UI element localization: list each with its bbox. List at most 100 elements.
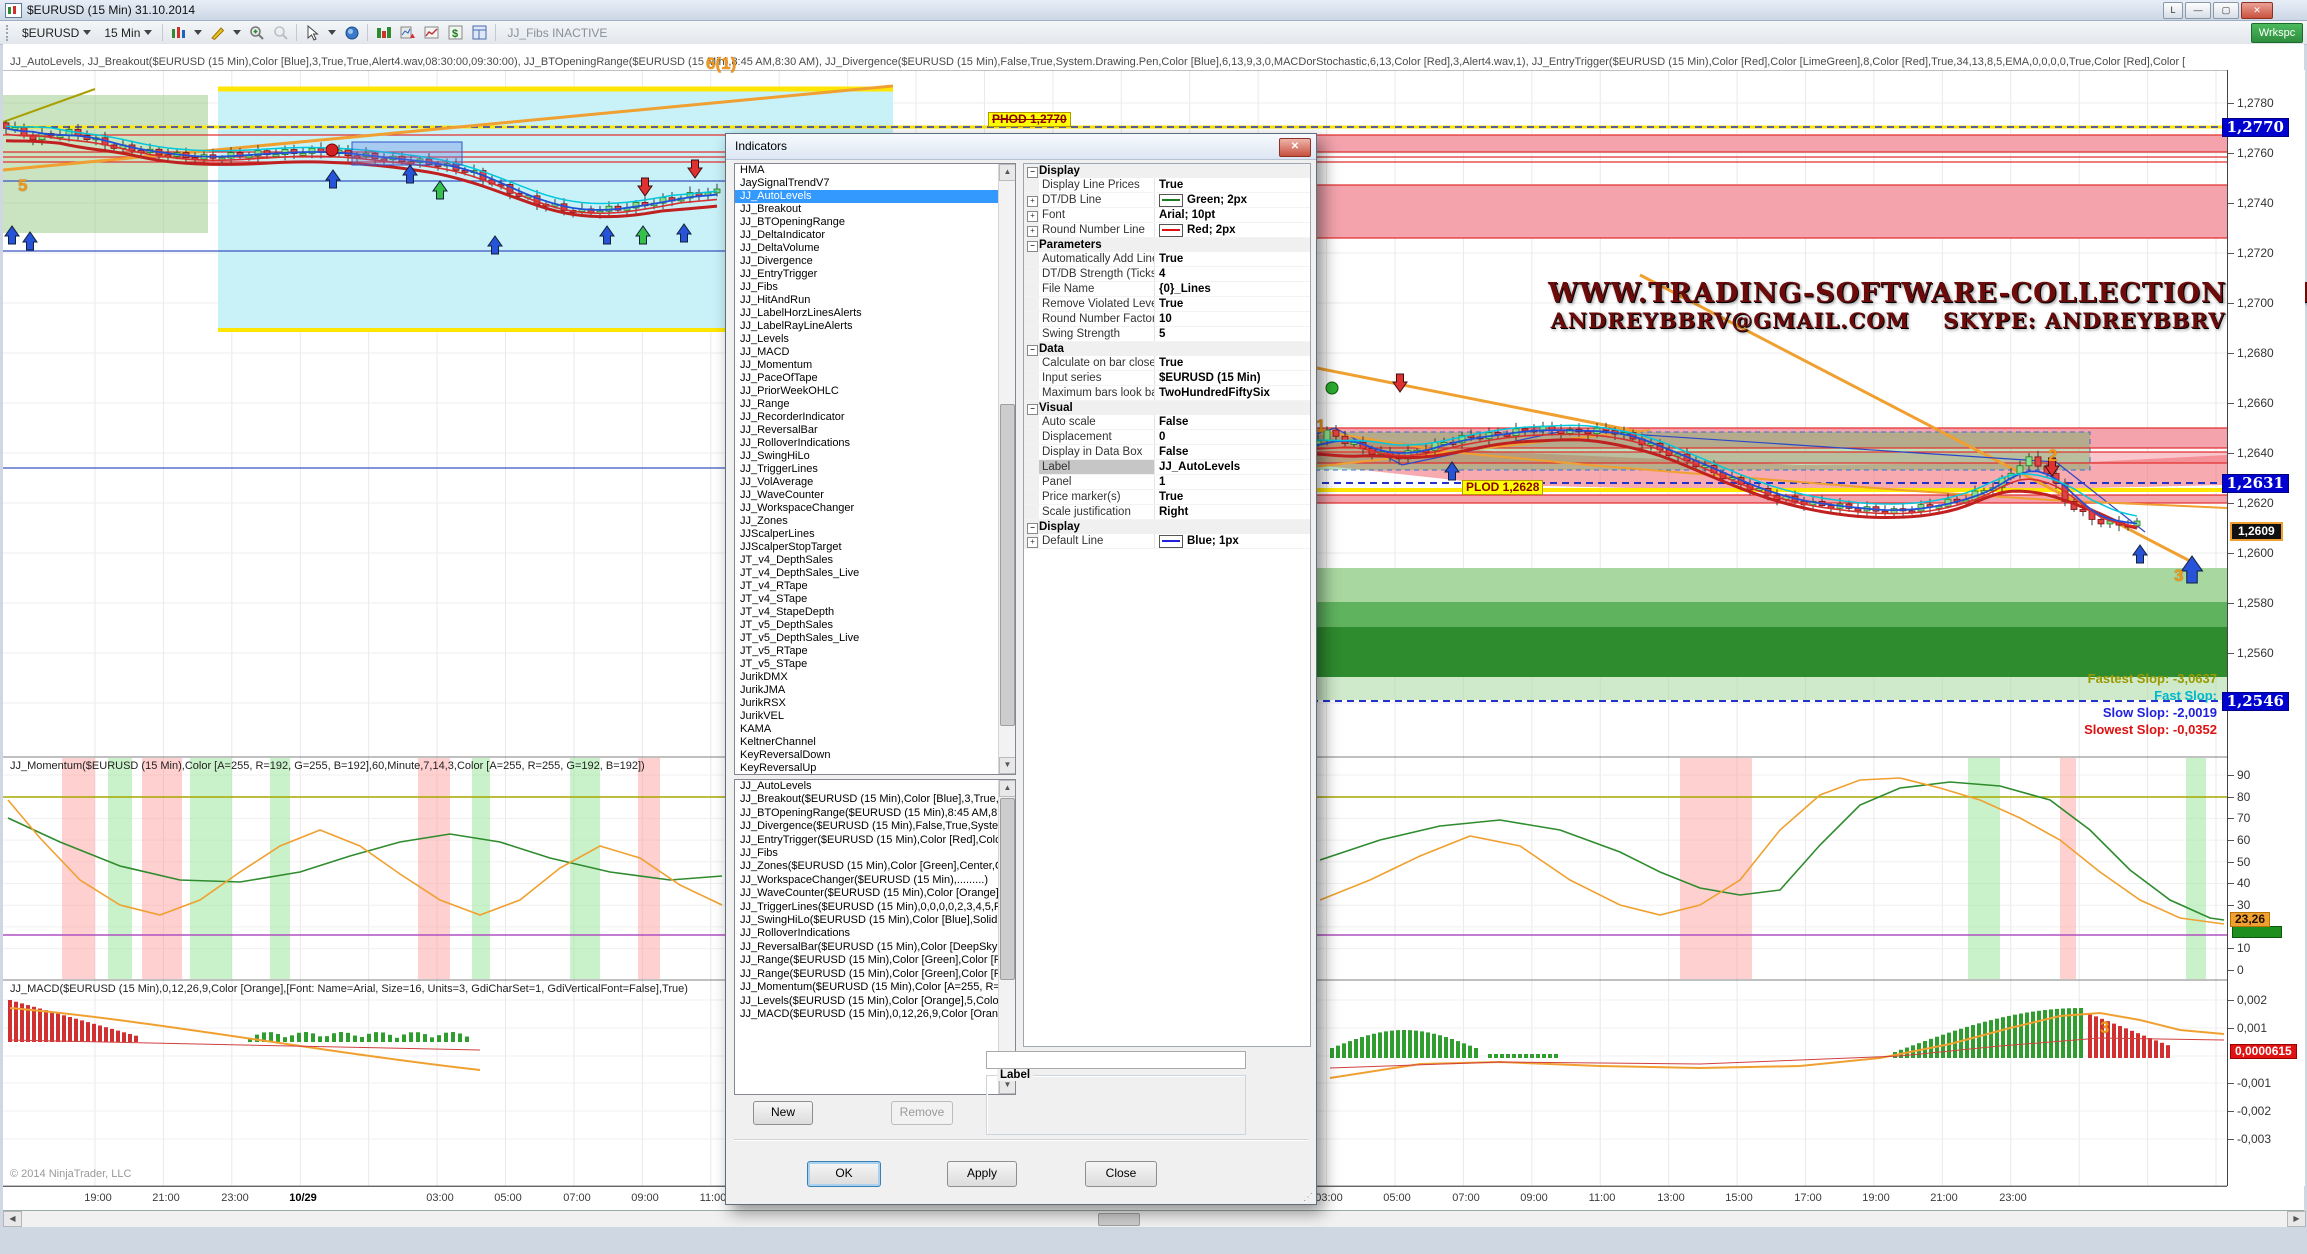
property-row[interactable]: +FontArial; 10pt xyxy=(1024,208,1310,223)
link-group-button[interactable]: L xyxy=(2163,2,2183,19)
property-row[interactable]: Swing Strength5 xyxy=(1024,327,1310,342)
property-row[interactable]: +Round Number LineRed; 2px xyxy=(1024,223,1310,238)
property-value[interactable]: 0 xyxy=(1155,430,1310,444)
cursor-tool-button[interactable] xyxy=(304,24,321,41)
collapse-icon[interactable]: − xyxy=(1027,241,1038,252)
indicator-list-item[interactable]: JT_v4_StapeDepth xyxy=(735,606,1015,619)
scroll-up-button[interactable]: ▲ xyxy=(999,780,1016,797)
instrument-selector[interactable]: $EURUSD xyxy=(19,25,94,41)
indicator-list-item[interactable]: JT_v4_STape xyxy=(735,593,1015,606)
indicator-list-item[interactable]: JJ_LabelHorzLinesAlerts xyxy=(735,307,1015,320)
indicator-list-item[interactable]: JJ_MACD xyxy=(735,346,1015,359)
indicator-list-item[interactable]: JJ_HitAndRun xyxy=(735,294,1015,307)
property-row[interactable]: LabelJJ_AutoLevels xyxy=(1024,460,1310,475)
property-row[interactable]: Maximum bars look baTwoHundredFiftySix xyxy=(1024,386,1310,401)
available-indicators-list[interactable]: HMAJaySignalTrendV7JJ_AutoLevelsJJ_Break… xyxy=(734,163,1016,775)
property-row[interactable]: DT/DB Strength (Ticks)4 xyxy=(1024,267,1310,282)
indicator-list-item[interactable]: JJ_Range xyxy=(735,398,1015,411)
property-value[interactable]: True xyxy=(1155,252,1310,266)
indicator-list-item[interactable]: JurikVEL xyxy=(735,710,1015,723)
property-row[interactable]: +DT/DB LineGreen; 2px xyxy=(1024,193,1310,208)
property-section-header[interactable]: −Display xyxy=(1024,164,1310,178)
scrollbar-thumb[interactable] xyxy=(1000,798,1015,980)
property-value[interactable]: Green; 2px xyxy=(1155,193,1310,207)
property-row[interactable]: Remove Violated LevelTrue xyxy=(1024,297,1310,312)
indicator-list-item[interactable]: JJ_DeltaIndicator xyxy=(735,229,1015,242)
account-dollar-button[interactable]: $ xyxy=(447,24,464,41)
collapse-icon[interactable]: − xyxy=(1027,404,1038,415)
property-value[interactable]: True xyxy=(1155,297,1310,311)
indicator-list-item[interactable]: JJ_EntryTrigger xyxy=(735,268,1015,281)
property-value[interactable]: TwoHundredFiftySix xyxy=(1155,386,1310,400)
scroll-up-button[interactable]: ▲ xyxy=(999,164,1016,181)
indicator-list-item[interactable]: JurikRSX xyxy=(735,697,1015,710)
grid-panel-button[interactable] xyxy=(471,24,488,41)
configured-indicator-item[interactable]: JJ_Levels($EURUSD (15 Min),Color [Orange… xyxy=(735,995,1015,1008)
collapse-icon[interactable]: − xyxy=(1027,167,1038,178)
draw-pencil-button[interactable] xyxy=(209,24,226,41)
property-row[interactable]: Panel1 xyxy=(1024,475,1310,490)
property-value[interactable]: Blue; 1px xyxy=(1155,534,1310,548)
indicator-list-item[interactable]: JurikJMA xyxy=(735,684,1015,697)
indicator-list-item[interactable]: JJ_WorkspaceChanger xyxy=(735,502,1015,515)
property-value[interactable]: True xyxy=(1155,356,1310,370)
indicator-list-item[interactable]: JJ_BTOpeningRange xyxy=(735,216,1015,229)
property-section-header[interactable]: −Visual xyxy=(1024,401,1310,415)
property-value[interactable]: 4 xyxy=(1155,267,1310,281)
indicator-list-item[interactable]: JJ_SwingHiLo xyxy=(735,450,1015,463)
volume-columns-button[interactable] xyxy=(375,24,392,41)
property-value[interactable]: $EURUSD (15 Min) xyxy=(1155,371,1310,385)
interval-selector[interactable]: 15 Min xyxy=(101,25,155,41)
property-section-header[interactable]: −Display xyxy=(1024,520,1310,534)
indicator-list-item[interactable]: JJ_RecorderIndicator xyxy=(735,411,1015,424)
configured-indicator-item[interactable]: JJ_TriggerLines($EURUSD (15 Min),0,0,0,0… xyxy=(735,901,1015,914)
list-scrollbar[interactable]: ▲▼ xyxy=(998,780,1015,1094)
property-value[interactable]: True xyxy=(1155,178,1310,192)
property-row[interactable]: Display in Data BoxFalse xyxy=(1024,445,1310,460)
chart-trader-button[interactable] xyxy=(399,24,416,41)
apply-button[interactable]: Apply xyxy=(947,1161,1017,1187)
minimize-button[interactable]: — xyxy=(2185,2,2211,19)
horizontal-scrollbar[interactable] xyxy=(3,1210,2304,1227)
indicator-list-item[interactable]: JT_v4_RTape xyxy=(735,580,1015,593)
collapse-icon[interactable]: − xyxy=(1027,523,1038,534)
region-chart-button[interactable] xyxy=(423,24,440,41)
configured-indicator-item[interactable]: JJ_EntryTrigger($EURUSD (15 Min),Color [… xyxy=(735,834,1015,847)
configured-indicator-item[interactable]: JJ_ReversalBar($EURUSD (15 Min),Color [D… xyxy=(735,941,1015,954)
indicator-list-item[interactable]: KeyReversalDown xyxy=(735,749,1015,762)
property-value[interactable]: True xyxy=(1155,490,1310,504)
close-button[interactable]: ✕ xyxy=(2241,2,2273,19)
configured-indicator-item[interactable]: JJ_Breakout($EURUSD (15 Min),Color [Blue… xyxy=(735,793,1015,806)
new-button[interactable]: New xyxy=(753,1101,813,1125)
indicator-list-item[interactable]: JT_v5_RTape xyxy=(735,645,1015,658)
zoom-in-button[interactable] xyxy=(248,24,265,41)
maximize-button[interactable]: ▢ xyxy=(2213,2,2239,19)
dialog-titlebar[interactable]: Indicators ✕ xyxy=(726,134,1316,160)
indicator-list-item[interactable]: KeltnerChannel xyxy=(735,736,1015,749)
toolbar-grip[interactable] xyxy=(6,25,12,41)
chart-style-button[interactable] xyxy=(170,24,187,41)
property-row[interactable]: Scale justificationRight xyxy=(1024,505,1310,520)
property-row[interactable]: Price marker(s)True xyxy=(1024,490,1310,505)
chevron-down-icon[interactable] xyxy=(328,30,336,35)
price-axis[interactable]: 1,27801,27601,27401,27201,27001,26801,26… xyxy=(2227,70,2305,1186)
indicator-list-item[interactable]: JJ_TriggerLines xyxy=(735,463,1015,476)
property-row[interactable]: +Default LineBlue; 1px xyxy=(1024,534,1310,549)
indicator-list-item[interactable]: KeyReversalUp xyxy=(735,762,1015,775)
property-grid[interactable]: −DisplayDisplay Line PricesTrue+DT/DB Li… xyxy=(1023,163,1311,1047)
indicator-list-item[interactable]: KAMA xyxy=(735,723,1015,736)
indicator-list-item[interactable]: JJ_Breakout xyxy=(735,203,1015,216)
indicator-list-item[interactable]: JJ_WaveCounter xyxy=(735,489,1015,502)
configured-indicator-item[interactable]: JJ_BTOpeningRange($EURUSD (15 Min),8:45 … xyxy=(735,807,1015,820)
indicator-list-item[interactable]: JJ_Divergence xyxy=(735,255,1015,268)
collapse-icon[interactable]: − xyxy=(1027,345,1038,356)
zoom-out-button[interactable] xyxy=(272,24,289,41)
scroll-left-button[interactable]: ◀ xyxy=(3,1211,22,1227)
expand-icon[interactable]: + xyxy=(1027,196,1038,207)
configured-indicator-item[interactable]: JJ_Range($EURUSD (15 Min),Color [Green],… xyxy=(735,954,1015,967)
indicator-list-item[interactable]: JT_v4_DepthSales xyxy=(735,554,1015,567)
configured-indicator-item[interactable]: JJ_WaveCounter($EURUSD (15 Min),Color [O… xyxy=(735,887,1015,900)
property-value[interactable]: 1 xyxy=(1155,475,1310,489)
chevron-down-icon[interactable] xyxy=(233,30,241,35)
indicator-list-item[interactable]: JJ_Levels xyxy=(735,333,1015,346)
